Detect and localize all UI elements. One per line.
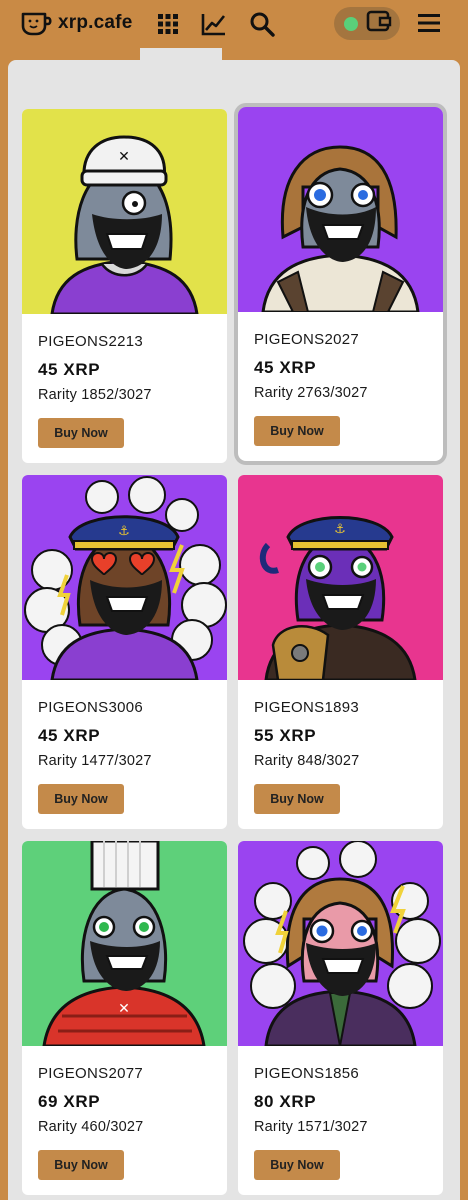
nft-card[interactable]: ✕ PIGEONS2213 45 XRP Rarity 1852/3027 Bu… [22,109,227,463]
nft-price: 45 XRP [38,726,101,745]
buy-now-button[interactable]: Buy Now [254,416,340,446]
nft-price: 80 XRP [254,1092,317,1111]
menu-icon[interactable] [416,10,442,36]
search-icon[interactable] [248,10,276,38]
nft-rarity: Rarity 2763/3027 [254,385,368,401]
nft-image[interactable]: ⚓ [238,475,443,680]
buy-now-button[interactable]: Buy Now [38,784,124,814]
nft-image[interactable]: ✕ [22,841,227,1046]
wallet-status-indicator [344,16,358,31]
wallet-button[interactable] [334,7,400,40]
buy-now-button[interactable]: Buy Now [38,1150,124,1180]
site-logo[interactable]: xrp.cafe [20,8,132,38]
svg-text:✕: ✕ [118,149,130,165]
nft-card[interactable]: ⚓ PIGEONS3006 45 XRP Rarity 1477/3027 Bu… [22,475,227,829]
nft-image[interactable]: ⚓ [22,475,227,680]
cup-logo-icon [20,9,54,37]
nft-name: PIGEONS1893 [254,699,360,716]
nft-image[interactable] [238,841,443,1046]
nft-rarity: Rarity 848/3027 [254,753,360,769]
buy-now-button[interactable]: Buy Now [254,1150,340,1180]
nft-rarity: Rarity 1852/3027 [38,387,152,403]
nft-rarity: Rarity 460/3027 [38,1119,144,1135]
nft-price: 45 XRP [38,360,101,379]
nft-name: PIGEONS2213 [38,333,144,350]
nft-price: 55 XRP [254,726,317,745]
nft-image[interactable] [238,107,443,312]
nft-image[interactable]: ✕ [22,109,227,314]
chart-icon[interactable] [200,10,228,38]
wallet-icon [366,10,392,37]
nft-name: PIGEONS2027 [254,331,360,348]
nft-card[interactable]: ✕ PIGEONS2077 69 XRP Rarity 460/3027 Buy… [22,841,227,1195]
nft-name: PIGEONS3006 [38,699,144,716]
nft-price: 45 XRP [254,358,317,377]
listings-panel: ✕ PIGEONS2213 45 XRP Rarity 1852/3027 Bu… [8,60,460,1200]
nft-name: PIGEONS2077 [38,1065,144,1082]
svg-text:⚓: ⚓ [334,522,346,537]
buy-now-button[interactable]: Buy Now [38,418,124,448]
top-nav-bar: xrp.cafe [0,0,468,48]
svg-text:⚓: ⚓ [118,524,130,539]
nft-price: 69 XRP [38,1092,101,1111]
nft-card[interactable]: ⚓ PIGEONS1893 55 XRP Rarity 848/3027 Buy… [238,475,443,829]
nft-rarity: Rarity 1571/3027 [254,1119,368,1135]
site-name: xrp.cafe [58,12,133,33]
svg-text:✕: ✕ [118,1001,130,1017]
nft-name: PIGEONS1856 [254,1065,360,1082]
grid-icon[interactable] [154,10,182,38]
nft-card[interactable]: PIGEONS1856 80 XRP Rarity 1571/3027 Buy … [238,841,443,1195]
nft-card[interactable]: PIGEONS2027 45 XRP Rarity 2763/3027 Buy … [238,107,443,461]
buy-now-button[interactable]: Buy Now [254,784,340,814]
nft-rarity: Rarity 1477/3027 [38,753,152,769]
